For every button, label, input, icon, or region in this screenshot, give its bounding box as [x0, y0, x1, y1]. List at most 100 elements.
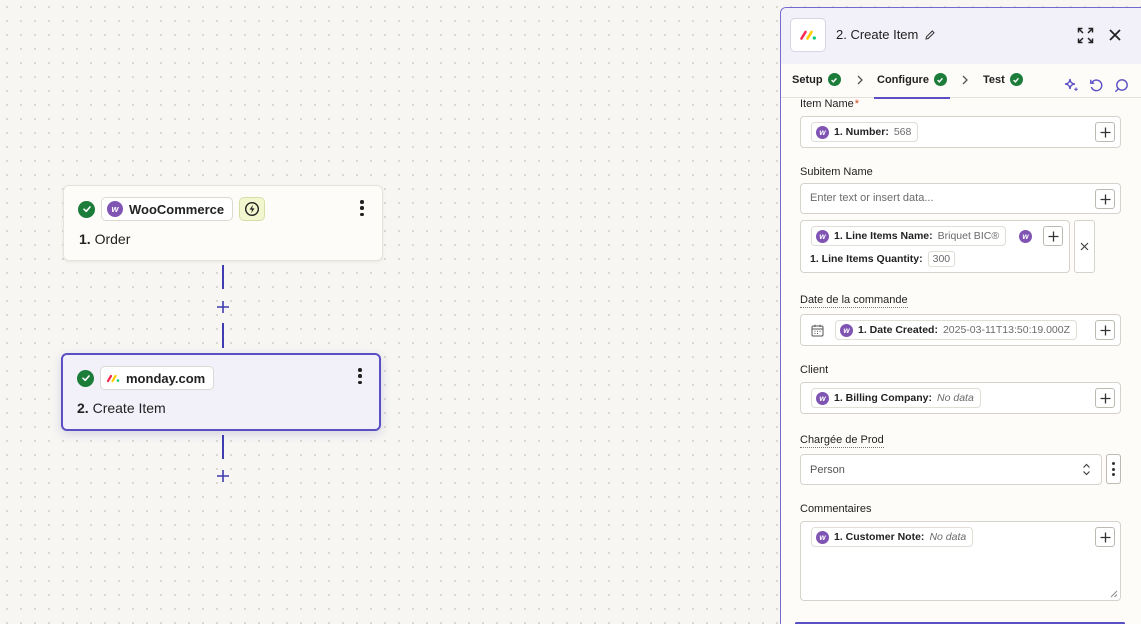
plus-icon [217, 470, 229, 482]
subitem-name-value-input[interactable]: w 1. Line Items Name: Briquet BIC® w 1. … [800, 220, 1070, 273]
data-pill[interactable]: w 1. Customer Note: No data [811, 527, 974, 547]
select-value: Person [810, 464, 845, 476]
pill-value: No data [929, 531, 967, 543]
calendar-icon [811, 324, 824, 337]
step-name: Order [94, 231, 131, 247]
remove-value-button[interactable] [1074, 220, 1095, 273]
trigger-bolt-icon [239, 197, 266, 221]
plus-icon [1048, 231, 1058, 241]
step-name: Create Item [92, 400, 166, 416]
data-pill[interactable]: w 1. Billing Company: No data [811, 388, 981, 408]
field-label-item-name: Item Name* [800, 98, 859, 110]
comment-button[interactable] [1113, 77, 1129, 93]
label-text: Chargée de Prod [800, 434, 884, 446]
insert-data-button[interactable] [1095, 527, 1115, 547]
data-pill[interactable]: w 1. Date Created: 2025-03-11T13:50:19.0… [835, 320, 1078, 340]
data-pill[interactable]: w 1. Line Items Name: Briquet BIC® [811, 226, 1007, 246]
chargee-select[interactable]: Person [800, 454, 1102, 485]
field-label-commentaires: Commentaires [800, 503, 872, 515]
plus-icon [1100, 194, 1110, 204]
subitem-name-input[interactable]: Enter text or insert data... [800, 183, 1121, 214]
workflow-step-woocommerce[interactable]: w WooCommerce 1. Order [63, 185, 383, 261]
insert-data-button[interactable] [1095, 388, 1115, 408]
woocommerce-logo-icon: w [840, 323, 853, 337]
pill-value: 300 [927, 251, 956, 267]
pill-key: 1. Number: [834, 126, 889, 138]
close-button[interactable] [1105, 25, 1125, 45]
woocommerce-logo-icon: w [107, 201, 123, 217]
pill-key: 1. Customer Note: [834, 531, 925, 543]
panel-header: 2. Create Item [781, 8, 1141, 64]
expand-button[interactable] [1075, 25, 1095, 45]
item-name-input[interactable]: w 1. Number: 568 [800, 116, 1121, 148]
step-menu-button[interactable] [356, 198, 368, 218]
insert-data-button[interactable] [1043, 226, 1063, 246]
plus-icon [1100, 393, 1110, 403]
connector-line [222, 265, 224, 289]
client-input[interactable]: w 1. Billing Company: No data [800, 382, 1121, 414]
placeholder-text: Enter text or insert data... [810, 192, 934, 204]
add-step-button[interactable] [214, 467, 232, 485]
app-chip-monday: monday.com [100, 366, 215, 390]
step-number: 2. [77, 400, 89, 416]
woocommerce-logo-icon: w [816, 125, 829, 139]
step-menu-button[interactable] [354, 366, 366, 386]
pill-key: 1. Line Items Name: [834, 230, 933, 242]
ai-sparkle-button[interactable] [1063, 77, 1079, 93]
step-number: 1. [79, 231, 91, 247]
tab-configure[interactable]: Configure [874, 73, 950, 99]
data-pill[interactable]: w 1. Number: 568 [811, 122, 919, 142]
woocommerce-logo-icon: w [816, 530, 829, 544]
panel-title[interactable]: 2. Create Item [836, 27, 936, 42]
plus-icon [1100, 532, 1110, 542]
insert-data-button[interactable] [1095, 320, 1115, 340]
pill-key: 1. Line Items Quantity: [810, 253, 923, 265]
required-mark: * [854, 98, 860, 110]
monday-app-logo [790, 18, 826, 52]
label-text: Subitem Name [800, 166, 873, 178]
tab-test[interactable]: Test [983, 73, 1023, 86]
tab-label: Setup [792, 73, 823, 86]
monday-logo-icon [106, 374, 120, 383]
label-text: Commentaires [800, 503, 872, 515]
pill-key: 1. Billing Company: [834, 392, 933, 404]
expand-icon [1077, 27, 1093, 43]
speech-bubble-icon [1114, 78, 1128, 92]
refresh-icon [1089, 78, 1102, 91]
refresh-button[interactable] [1088, 77, 1104, 93]
commentaires-textarea[interactable]: w 1. Customer Note: No data [800, 521, 1121, 601]
data-pill[interactable]: 1. Line Items Quantity: 300 [805, 249, 962, 269]
label-text: Date de la commande [800, 294, 908, 306]
tab-setup[interactable]: Setup [792, 73, 841, 86]
field-label-subitem-name: Subitem Name [800, 166, 873, 178]
add-step-button[interactable] [214, 298, 232, 316]
resize-handle-icon[interactable] [1110, 590, 1118, 598]
select-arrows-icon [1083, 463, 1090, 476]
label-text: Client [800, 364, 829, 376]
pill-value: 2025-03-11T13:50:19.000Z [942, 324, 1071, 336]
pencil-icon[interactable] [924, 29, 936, 41]
pill-value: 568 [893, 126, 912, 138]
pill-key: 1. Date Created: [858, 324, 938, 336]
date-input[interactable]: w 1. Date Created: 2025-03-11T13:50:19.0… [800, 314, 1121, 346]
field-options-button[interactable] [1106, 454, 1121, 484]
panel-title-text: 2. Create Item [836, 27, 919, 42]
step-title: 1. Order [79, 231, 130, 247]
close-icon [1080, 242, 1089, 251]
woocommerce-logo-icon: w [816, 391, 829, 405]
plus-icon [1100, 127, 1110, 137]
plus-icon [217, 301, 229, 313]
chevron-right-icon [962, 75, 968, 85]
woocommerce-logo-icon: w [816, 229, 829, 243]
field-label-chargee: Chargée de Prod [800, 434, 884, 448]
app-chip-woocommerce: w WooCommerce [101, 197, 234, 221]
success-check-icon [933, 73, 947, 86]
success-check-icon [77, 369, 94, 387]
pill-value: Briquet BIC® [937, 230, 1000, 242]
close-icon [1109, 29, 1121, 41]
insert-data-button[interactable] [1095, 122, 1115, 142]
plus-icon [1100, 325, 1110, 335]
success-check-icon [1009, 73, 1023, 86]
workflow-step-monday[interactable]: monday.com 2. Create Item [61, 353, 381, 431]
insert-data-button[interactable] [1095, 189, 1115, 209]
